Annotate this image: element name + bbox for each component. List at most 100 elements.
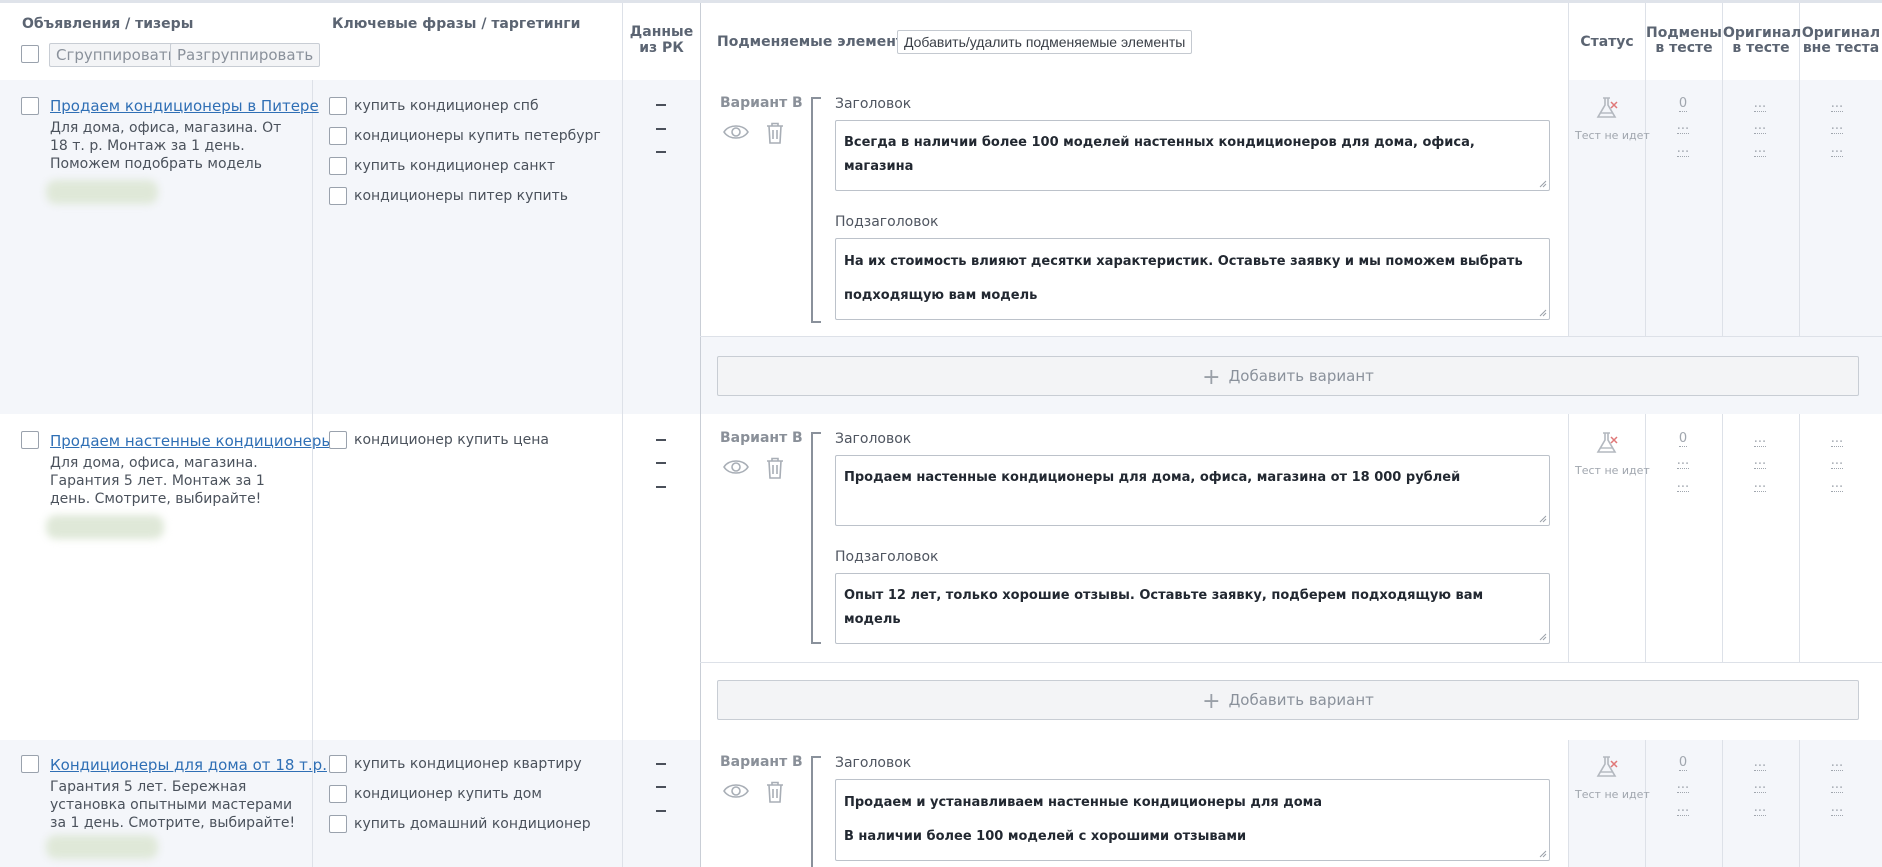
- resize-grip-icon[interactable]: [1539, 633, 1547, 641]
- headline-input[interactable]: Всегда в наличии более 100 моделей насте…: [835, 120, 1550, 191]
- campaign-data-header-line1: Данные: [629, 24, 694, 40]
- campaign-data-header: Данные из РК: [623, 24, 700, 56]
- keyword-label: купить кондиционер квартиру: [354, 756, 582, 772]
- resize-grip-icon[interactable]: [1539, 180, 1547, 188]
- replacements-value-text: 0: [1678, 96, 1688, 112]
- original-out-value[interactable]: ...: [1817, 431, 1857, 447]
- keyword-label: купить кондиционер санкт: [354, 158, 556, 174]
- ad-checkbox[interactable]: [21, 97, 39, 115]
- keyword-label: купить кондиционер спб: [354, 98, 539, 114]
- ads-column-header: Объявления / тизеры: [22, 16, 194, 32]
- ad-title-link[interactable]: Кондиционеры для дома от 18 т.р.: [50, 756, 327, 774]
- original-out-value[interactable]: ...: [1817, 476, 1857, 492]
- original-in-value[interactable]: ...: [1740, 141, 1780, 157]
- original-in-value-text: ...: [1753, 777, 1767, 793]
- original-in-value[interactable]: ...: [1740, 96, 1780, 112]
- original-in-test-header-line2: в тесте: [1732, 40, 1790, 56]
- keyword-label: купить домашний кондиционер: [354, 816, 591, 832]
- keyword-checkbox[interactable]: [329, 815, 347, 833]
- resize-grip-icon[interactable]: [1539, 850, 1547, 858]
- ad-description: Для дома, офиса, магазина. Гарантия 5 ле…: [50, 455, 265, 507]
- original-out-test-header: Оригинал вне теста: [1800, 26, 1882, 56]
- keyword-checkbox[interactable]: [329, 127, 347, 145]
- original-in-value[interactable]: ...: [1740, 755, 1780, 771]
- original-in-value-text: ...: [1753, 96, 1767, 112]
- original-in-test-header-line1: Оригинал: [1723, 25, 1802, 41]
- resize-grip-icon[interactable]: [1539, 515, 1547, 523]
- plus-icon: +: [1202, 689, 1221, 714]
- headline-input[interactable]: Продаем настенные кондиционеры для дома,…: [835, 455, 1550, 526]
- replacements-value[interactable]: 0: [1663, 755, 1703, 771]
- status-text: Тест не идет: [1575, 788, 1650, 801]
- replacements-value[interactable]: ...: [1663, 141, 1703, 157]
- replacements-value[interactable]: 0: [1663, 96, 1703, 112]
- campaign-data-dash: [656, 151, 666, 153]
- ad-checkbox[interactable]: [21, 431, 39, 449]
- replacements-value[interactable]: ...: [1663, 476, 1703, 492]
- keyword-checkbox[interactable]: [329, 431, 347, 449]
- subheadline-input[interactable]: Опыт 12 лет, только хорошие отзывы. Оста…: [835, 573, 1550, 644]
- original-out-value[interactable]: ...: [1817, 800, 1857, 816]
- original-in-value[interactable]: ...: [1740, 453, 1780, 469]
- replacements-value[interactable]: ...: [1663, 453, 1703, 469]
- keyword-checkbox[interactable]: [329, 785, 347, 803]
- eye-icon[interactable]: [723, 782, 749, 800]
- ad-title-link[interactable]: Продаем настенные кондиционеры: [50, 432, 333, 450]
- resize-grip-icon[interactable]: [1539, 309, 1547, 317]
- group-button[interactable]: Сгруппировать: [49, 43, 184, 67]
- subheadline-input[interactable]: На их стоимость влияют десятки характери…: [835, 238, 1550, 320]
- replacements-value-text: ...: [1676, 800, 1690, 816]
- replacements-header: Подмены в тесте: [1646, 26, 1722, 56]
- campaign-data-dash: [656, 786, 666, 788]
- original-in-value-text: ...: [1753, 118, 1767, 134]
- eye-icon[interactable]: [723, 123, 749, 141]
- headline-label: Заголовок: [835, 755, 912, 771]
- trash-icon[interactable]: [766, 122, 784, 144]
- headline-text: Продаем настенные кондиционеры для дома,…: [844, 470, 1461, 485]
- status-text: Тест не идет: [1575, 129, 1650, 142]
- subheadline-text-line: Опыт 12 лет, только хорошие отзывы. Оста…: [844, 588, 1484, 627]
- ad-checkbox[interactable]: [21, 755, 39, 773]
- original-out-value-text: ...: [1830, 141, 1844, 157]
- keyword-checkbox[interactable]: [329, 187, 347, 205]
- variant-label: Вариант B: [720, 754, 803, 770]
- original-in-value[interactable]: ...: [1740, 431, 1780, 447]
- original-out-value[interactable]: ...: [1817, 118, 1857, 134]
- original-out-value[interactable]: ...: [1817, 777, 1857, 793]
- eye-icon[interactable]: [723, 458, 749, 476]
- ad-description: Для дома, офиса, магазина. От 18 т. р. М…: [50, 120, 282, 172]
- original-out-value-text: ...: [1830, 431, 1844, 447]
- replacements-value-text: ...: [1676, 777, 1690, 793]
- original-out-value[interactable]: ...: [1817, 453, 1857, 469]
- ungroup-button[interactable]: Разгруппировать: [170, 43, 321, 67]
- original-out-value[interactable]: ...: [1817, 96, 1857, 112]
- variant-bracket: [811, 756, 821, 867]
- variant-bracket: [811, 432, 821, 644]
- subheadline-text-line: На их стоимость влияют десятки характери…: [844, 254, 1523, 269]
- trash-icon[interactable]: [766, 457, 784, 479]
- replacements-value[interactable]: 0: [1663, 431, 1703, 447]
- keyword-checkbox[interactable]: [329, 97, 347, 115]
- ad-url-blurred: [46, 835, 158, 859]
- add-variant-button[interactable]: + Добавить вариант: [717, 680, 1859, 720]
- ad-title-link[interactable]: Продаем кондиционеры в Питере: [50, 97, 319, 115]
- add-variant-button[interactable]: + Добавить вариант: [717, 356, 1859, 396]
- headline-input[interactable]: Продаем и устанавливаем настенные кондиц…: [835, 779, 1550, 861]
- keyword-label: кондиционер купить цена: [354, 432, 549, 448]
- keyword-checkbox[interactable]: [329, 157, 347, 175]
- original-in-value[interactable]: ...: [1740, 476, 1780, 492]
- replacements-value[interactable]: ...: [1663, 118, 1703, 134]
- original-in-value[interactable]: ...: [1740, 777, 1780, 793]
- keyword-checkbox[interactable]: [329, 755, 347, 773]
- replacements-value[interactable]: ...: [1663, 777, 1703, 793]
- replacements-value[interactable]: ...: [1663, 800, 1703, 816]
- add-variant-label: Добавить вариант: [1228, 691, 1374, 709]
- original-out-value[interactable]: ...: [1817, 141, 1857, 157]
- add-remove-elements-button[interactable]: Добавить/удалить подменяемые элементы: [897, 30, 1193, 54]
- headline-text-line: Продаем и устанавливаем настенные кондиц…: [844, 795, 1323, 810]
- original-in-value[interactable]: ...: [1740, 800, 1780, 816]
- original-out-value[interactable]: ...: [1817, 755, 1857, 771]
- select-all-checkbox[interactable]: [21, 45, 39, 63]
- original-in-value[interactable]: ...: [1740, 118, 1780, 134]
- trash-icon[interactable]: [766, 781, 784, 803]
